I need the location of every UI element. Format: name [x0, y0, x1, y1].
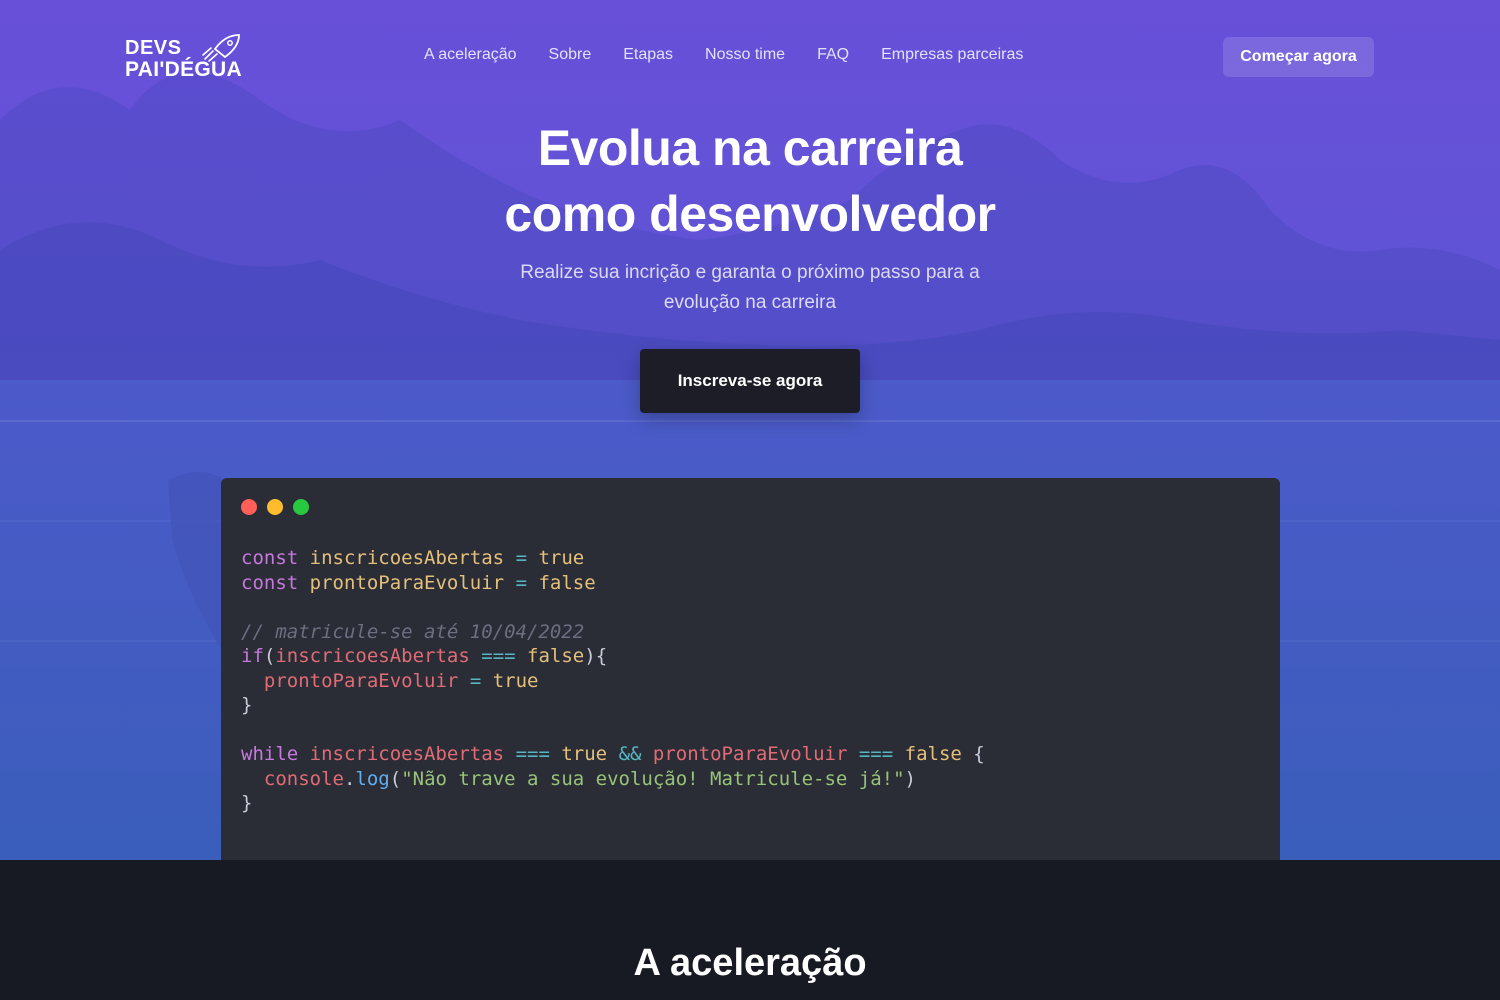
code-variable: inscricoesAbertas [275, 645, 470, 667]
main-nav: A aceleração Sobre Etapas Nosso time FAQ… [424, 46, 1055, 64]
code-function: log [355, 767, 390, 790]
hero-subtitle-line2: evolução na carreira [663, 292, 837, 313]
code-comment: // matricule-se até 10/04/2022 [241, 620, 585, 643]
code-boolean: false [527, 645, 585, 667]
logo-text-paidegua: PAI'DÉGUA [125, 58, 242, 81]
code-brace: } [241, 694, 253, 716]
hero-subtitle-line1: Realize sua incrição e garanta o próximo… [520, 262, 980, 283]
code-operator: = [469, 669, 482, 692]
nav-item-nosso-time[interactable]: Nosso time [705, 46, 785, 64]
window-close-dot [241, 499, 257, 515]
code-boolean: false [904, 743, 962, 765]
code-boolean: false [538, 571, 596, 594]
code-operator: === [858, 743, 894, 765]
code-keyword: if [241, 645, 264, 667]
logo-text-devs: DEVS [125, 37, 182, 59]
code-operator: && [618, 743, 642, 765]
code-line-1: const inscricoesAbertas = true [241, 547, 584, 569]
nav-item-empresas-parceiras[interactable]: Empresas parceiras [881, 46, 1023, 64]
hero-title: Evolua na carreira como desenvolvedor [0, 115, 1500, 247]
code-boolean: true [538, 547, 585, 569]
code-line-log: console.log("Não trave a sua evolução! M… [263, 767, 916, 790]
code-keyword: const [241, 547, 299, 569]
code-variable: prontoParaEvoluir [263, 669, 459, 692]
code-operator: === [481, 645, 516, 667]
code-variable: inscricoesAbertas [309, 743, 505, 765]
code-line-2: const prontoParaEvoluir = false [241, 572, 596, 594]
start-now-button[interactable]: Começar agora [1223, 37, 1374, 77]
code-brace: } [241, 792, 253, 814]
code-variable: inscricoesAbertas [309, 547, 505, 569]
window-maximize-dot [293, 499, 309, 515]
code-boolean: true [561, 743, 608, 765]
code-operator: = [515, 547, 528, 569]
window-minimize-dot [267, 499, 283, 515]
code-line-assign: prontoParaEvoluir = true [241, 669, 539, 692]
code-line-if: if(inscricoesAbertas === false){ [241, 645, 608, 667]
hero-subtitle: Realize sua incrição e garanta o próximo… [0, 258, 1500, 318]
section-title-aceleracao: A aceleração [633, 942, 867, 984]
code-block: const inscricoesAbertas = true const pro… [241, 546, 985, 816]
nav-item-faq[interactable]: FAQ [817, 46, 849, 64]
code-keyword: while [241, 743, 299, 765]
hero-title-line2: como desenvolvedor [504, 186, 996, 242]
code-string: "Não trave a sua evolução! Matricule-se … [401, 767, 905, 790]
code-operator: = [515, 571, 528, 594]
nav-item-sobre[interactable]: Sobre [549, 46, 592, 64]
brand-logo[interactable]: DEVS PAI'DÉGUA [125, 33, 255, 83]
code-operator: === [515, 743, 550, 765]
code-variable: prontoParaEvoluir [652, 743, 848, 765]
hero-title-line1: Evolua na carreira [537, 120, 963, 176]
code-variable: prontoParaEvoluir [309, 571, 505, 594]
code-boolean: true [492, 669, 539, 692]
subscribe-button[interactable]: Inscreva-se agora [640, 349, 860, 413]
code-line-while: while inscricoesAbertas === true && pron… [241, 743, 985, 765]
code-object: console [263, 767, 344, 790]
code-window: const inscricoesAbertas = true const pro… [221, 478, 1280, 860]
nav-item-etapas[interactable]: Etapas [623, 46, 673, 64]
code-keyword: const [241, 571, 299, 594]
nav-item-aceleracao[interactable]: A aceleração [424, 46, 517, 64]
